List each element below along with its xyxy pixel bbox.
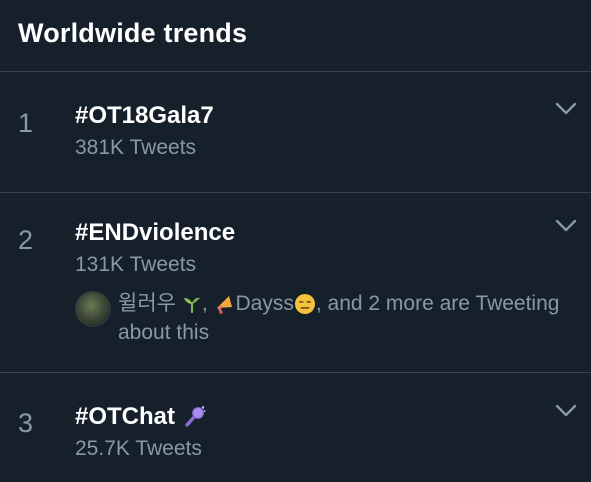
chevron-down-icon[interactable]	[555, 102, 577, 116]
context-name-2: Dayss	[235, 292, 294, 315]
trend-tweet-count: 25.7K Tweets	[75, 437, 202, 460]
trend-item-2[interactable]: 2 #ENDviolence 131K Tweets 윌러우 , Dayss ,…	[0, 193, 591, 373]
header: Worldwide trends	[0, 0, 591, 72]
page-title: Worldwide trends	[18, 18, 248, 48]
context-name-1: 윌러우	[118, 292, 176, 315]
trend-body: #OTChat 25.7K Tweets	[75, 403, 531, 461]
trend-social-context[interactable]: 윌러우 , Dayss , and 2 more are Tweeting ab…	[75, 291, 581, 347]
trend-rank: 2	[18, 225, 34, 255]
trend-tweet-count: 381K Tweets	[75, 136, 197, 159]
chevron-down-icon[interactable]	[555, 404, 577, 418]
trend-hashtag[interactable]: #ENDviolence	[75, 219, 531, 247]
expressionless-face-emoji-icon	[294, 294, 315, 315]
trend-rank: 1	[18, 108, 34, 138]
trend-body: #ENDviolence 131K Tweets	[75, 219, 531, 277]
trend-rank: 3	[18, 408, 34, 438]
trend-hashtag-text: #OTChat	[75, 403, 176, 430]
context-separator: ,	[201, 292, 208, 315]
avatar	[75, 291, 111, 327]
trend-item-1[interactable]: 1 #OT18Gala7 381K Tweets	[0, 72, 591, 193]
trend-tweet-count: 131K Tweets	[75, 253, 197, 276]
megaphone-emoji-icon	[216, 296, 232, 315]
sprout-emoji-icon	[183, 298, 200, 314]
chevron-down-icon[interactable]	[555, 219, 577, 233]
trend-hashtag[interactable]: #OTChat	[75, 403, 531, 431]
microphone-emoji-icon	[185, 406, 206, 427]
social-context-text: 윌러우 , Dayss , and 2 more are Tweeting ab…	[118, 289, 581, 347]
trend-hashtag-text: #OT18Gala7	[75, 102, 214, 129]
trend-hashtag-text: #ENDviolence	[75, 219, 236, 246]
trend-body: #OT18Gala7 381K Tweets	[75, 102, 531, 160]
trend-hashtag[interactable]: #OT18Gala7	[75, 102, 531, 130]
trend-item-3[interactable]: 3 #OTChat 25.7K Tweets	[0, 373, 591, 482]
